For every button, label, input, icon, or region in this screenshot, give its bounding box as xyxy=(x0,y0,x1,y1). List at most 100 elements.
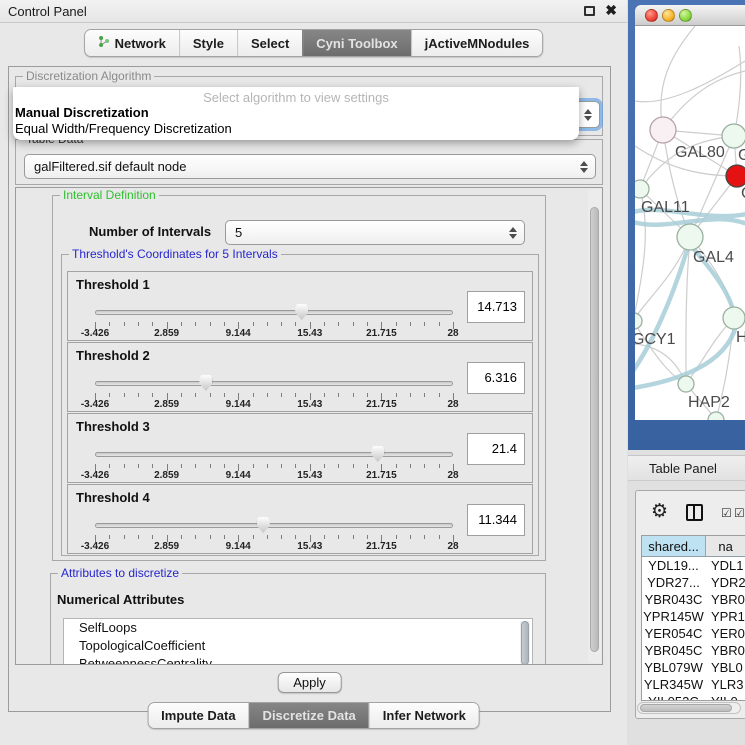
node-label: GCY1 xyxy=(635,331,676,348)
table-row[interactable]: YER054CYER0 xyxy=(642,625,745,642)
threshold-value-field[interactable]: 14.713 xyxy=(467,291,525,323)
list-scrollbar-thumb[interactable] xyxy=(521,621,529,665)
interval-definition-group: Interval Definition Number of Intervals … xyxy=(52,195,546,561)
slider-scale-labels: -3.4262.8599.14415.4321.71528 xyxy=(95,328,453,340)
table-cell: YBR0 xyxy=(705,591,745,608)
list-scrollbar[interactable] xyxy=(520,621,530,665)
tab-select[interactable]: Select xyxy=(237,30,302,56)
slider-track[interactable] xyxy=(95,523,453,528)
network-view-window: GAL80GACGAL11GAL4GCY1HHAP2 xyxy=(628,0,745,450)
network-node-gcy1[interactable] xyxy=(635,313,642,329)
table-row[interactable]: YDR27...YDR2 xyxy=(642,574,745,591)
column-layout-icon[interactable] xyxy=(686,504,703,521)
tab-label: Impute Data xyxy=(161,708,235,723)
threshold-slider[interactable] xyxy=(95,517,453,535)
table-data-value: galFiltered.sif default node xyxy=(34,159,186,174)
slider-thumb[interactable] xyxy=(295,304,308,320)
vertical-scrollbar[interactable] xyxy=(588,189,601,663)
zoom-traffic-light-icon[interactable] xyxy=(679,9,692,22)
column-header[interactable]: shared... xyxy=(642,536,706,556)
table-panel-title: Table Panel xyxy=(649,461,717,476)
node-table[interactable]: shared...na YDL19...YDL1YDR27...YDR2YBR0… xyxy=(641,535,745,701)
checkbox-icon[interactable]: ☑ xyxy=(734,506,745,520)
threshold-slider[interactable] xyxy=(95,304,453,322)
table-cell: YPR145W xyxy=(642,608,705,625)
tab-label: jActiveMNodules xyxy=(425,36,530,51)
table-cell: YDL1 xyxy=(705,557,745,574)
table-row[interactable]: YIL052CYIL0 xyxy=(642,693,745,701)
combo-stepper-icon xyxy=(580,161,588,173)
minimize-traffic-light-icon[interactable] xyxy=(662,9,675,22)
network-node-gal80[interactable] xyxy=(650,117,676,143)
tab-network[interactable]: Network xyxy=(85,30,179,56)
node-label: GAL4 xyxy=(693,249,734,266)
attribute-item[interactable]: TopologicalCoefficient xyxy=(64,637,532,655)
table-row[interactable]: YDL19...YDL1 xyxy=(642,557,745,574)
threshold-slider[interactable] xyxy=(95,446,453,464)
tab-cyni-toolbox[interactable]: Cyni Toolbox xyxy=(302,30,410,56)
network-canvas[interactable]: GAL80GACGAL11GAL4GCY1HHAP2 xyxy=(635,26,745,420)
network-node-gal4[interactable] xyxy=(677,224,703,250)
threshold-value-field[interactable]: 6.316 xyxy=(467,362,525,394)
threshold-label: Threshold 3 xyxy=(76,419,150,434)
numerical-attributes-list[interactable]: SelfLoopsTopologicalCoefficientBetweenne… xyxy=(63,618,533,665)
tab-impute-data[interactable]: Impute Data xyxy=(148,703,248,728)
apply-button[interactable]: Apply xyxy=(277,672,342,693)
dropdown-option-manual[interactable]: Manual Discretization xyxy=(13,104,579,120)
threshold-box-2: Threshold 2-3.4262.8599.14415.4321.71528… xyxy=(67,342,533,412)
dropdown-option-equal-width[interactable]: Equal Width/Frequency Discretization xyxy=(13,120,579,136)
slider-thumb[interactable] xyxy=(257,517,270,533)
checkbox-icon[interactable]: ☑ xyxy=(721,506,732,520)
close-traffic-light-icon[interactable] xyxy=(645,9,658,22)
threshold-value-field[interactable]: 21.4 xyxy=(467,433,525,465)
num-intervals-value: 5 xyxy=(235,225,242,240)
column-header[interactable]: na xyxy=(706,536,745,556)
threshold-slider[interactable] xyxy=(95,375,453,393)
table-row[interactable]: YBR045CYBR0 xyxy=(642,642,745,659)
num-intervals-combobox[interactable]: 5 xyxy=(225,220,525,245)
close-icon[interactable]: ✖ xyxy=(605,2,617,19)
table-data-combobox[interactable]: galFiltered.sif default node xyxy=(24,154,596,179)
network-node-c[interactable] xyxy=(726,165,745,187)
attribute-item[interactable]: SelfLoops xyxy=(64,619,532,637)
table-cell: YBL079W xyxy=(642,659,705,676)
gear-icon[interactable]: ⚙ xyxy=(651,500,668,522)
threshold-label: Threshold 1 xyxy=(76,277,150,292)
tab-label: Discretize Data xyxy=(263,708,356,723)
table-header-row: shared...na xyxy=(642,536,745,557)
tab-style[interactable]: Style xyxy=(179,30,237,56)
control-panel-titlebar: Control Panel ✖ xyxy=(0,0,627,23)
attributes-group-title: Attributes to discretize xyxy=(58,566,182,580)
attribute-item[interactable]: BetweennessCentrality xyxy=(64,655,532,665)
threshold-box-4: Threshold 4-3.4262.8599.14415.4321.71528… xyxy=(67,484,533,554)
attributes-group: Attributes to discretize Numerical Attri… xyxy=(50,573,546,665)
table-cell: YBL0 xyxy=(705,659,745,676)
float-window-icon[interactable] xyxy=(584,6,595,16)
num-intervals-label: Number of Intervals xyxy=(89,224,211,239)
horizontal-scrollbar[interactable] xyxy=(637,702,741,714)
table-row[interactable]: YLR345WYLR3 xyxy=(642,676,745,693)
slider-track[interactable] xyxy=(95,310,453,315)
tab-discretize-data[interactable]: Discretize Data xyxy=(249,703,369,728)
slider-thumb[interactable] xyxy=(371,446,384,462)
network-window-titlebar xyxy=(635,5,745,26)
threshold-box-3: Threshold 3-3.4262.8599.14415.4321.71528… xyxy=(67,413,533,483)
tab-infer-network[interactable]: Infer Network xyxy=(369,703,479,728)
tab-label: Cyni Toolbox xyxy=(316,36,397,51)
scrollbar-thumb[interactable] xyxy=(640,704,732,712)
network-node-gal11[interactable] xyxy=(635,180,649,198)
table-row[interactable]: YBR043CYBR0 xyxy=(642,591,745,608)
table-row[interactable]: YBL079WYBL0 xyxy=(642,659,745,676)
network-node-h[interactable] xyxy=(723,307,745,329)
interval-group-title: Interval Definition xyxy=(60,188,159,202)
tab-jactivemnodules[interactable]: jActiveMNodules xyxy=(411,30,543,56)
slider-track[interactable] xyxy=(95,452,453,457)
threshold-box-1: Threshold 1 -3.4262.8599.14415.4321.71528… xyxy=(67,271,533,341)
threshold-value-field[interactable]: 11.344 xyxy=(467,504,525,536)
scrollbar-thumb[interactable] xyxy=(590,207,599,652)
network-node-ga[interactable] xyxy=(722,124,745,148)
slider-track[interactable] xyxy=(95,381,453,386)
slider-thumb[interactable] xyxy=(199,375,212,391)
table-row[interactable]: YPR145WYPR1 xyxy=(642,608,745,625)
network-node-hap2[interactable] xyxy=(678,376,694,392)
